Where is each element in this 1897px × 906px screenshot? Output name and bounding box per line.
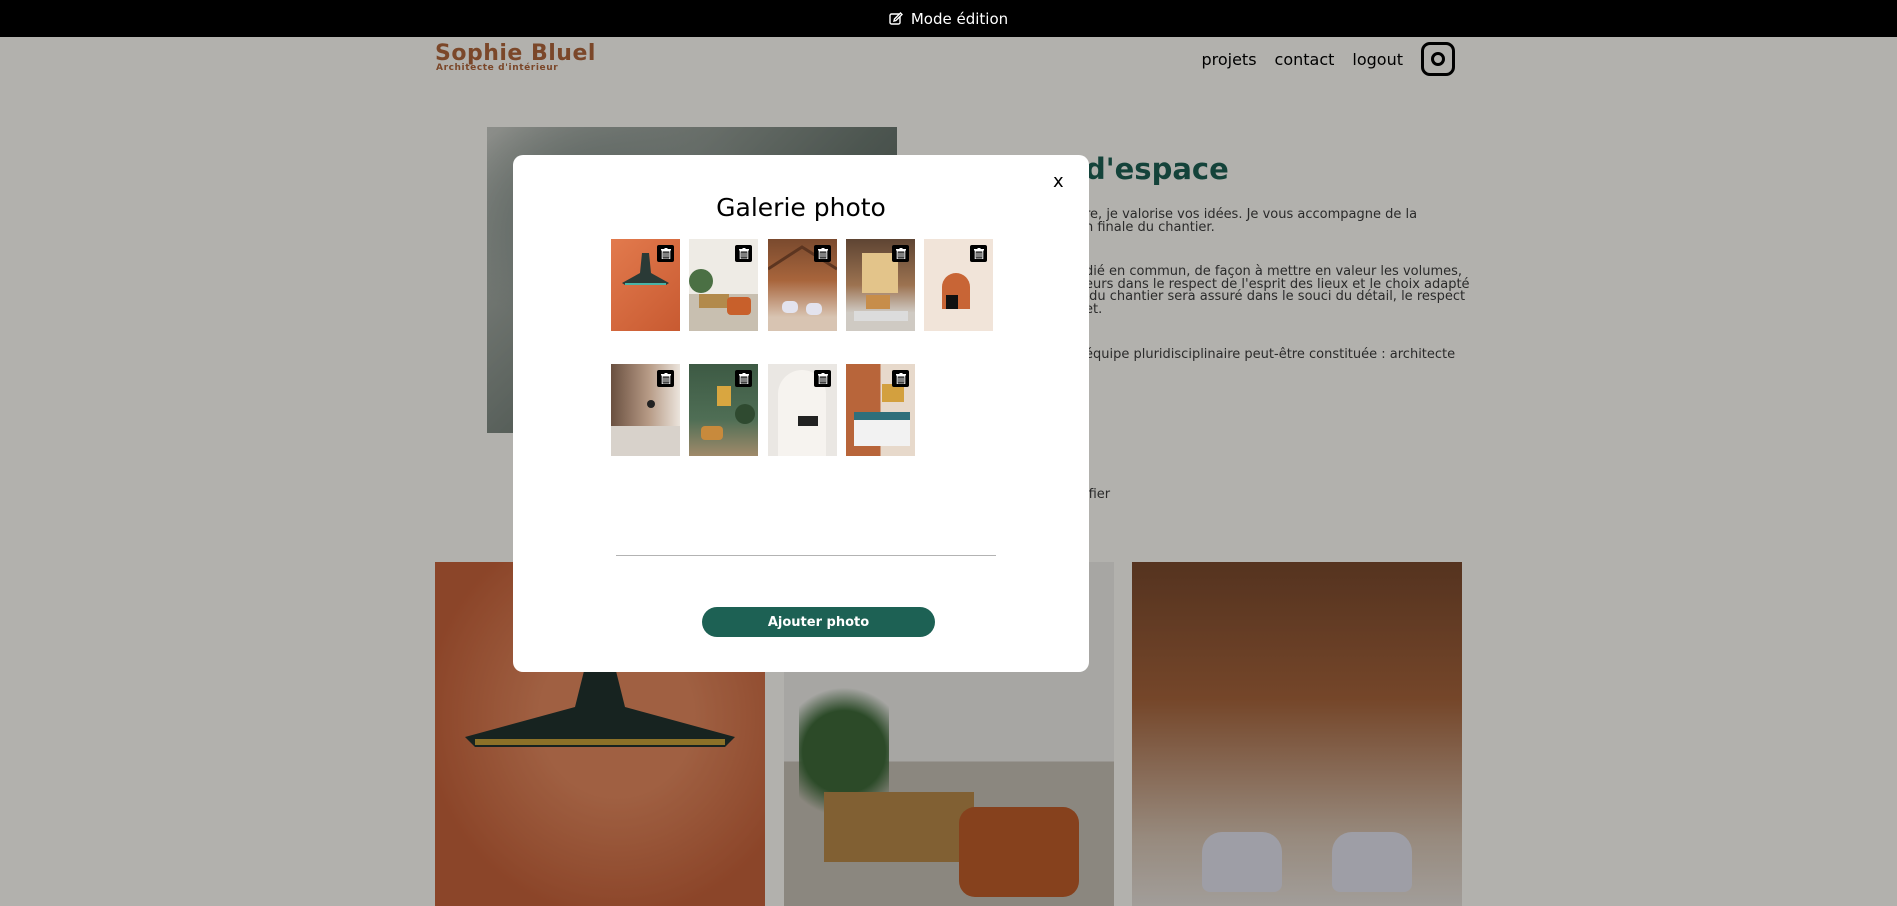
trash-icon[interactable] [735, 370, 752, 387]
gallery-thumbnail[interactable] [846, 239, 915, 331]
trash-icon[interactable] [657, 370, 674, 387]
trash-icon[interactable] [814, 245, 831, 262]
trash-icon[interactable] [735, 245, 752, 262]
gallery-thumbnail[interactable] [611, 239, 680, 331]
gallery-thumbnail[interactable] [611, 364, 680, 456]
trash-icon[interactable] [892, 245, 909, 262]
trash-icon[interactable] [657, 245, 674, 262]
trash-icon[interactable] [814, 370, 831, 387]
gallery-thumbnail[interactable] [689, 239, 758, 331]
modal-title: Galerie photo [716, 193, 886, 222]
gallery-thumbnail[interactable] [689, 364, 758, 456]
gallery-modal: x Galerie photo Ajouter photo [513, 155, 1089, 672]
pen-square-icon [889, 11, 903, 26]
gallery-thumbnail[interactable] [768, 364, 837, 456]
edit-mode-label[interactable]: Mode édition [911, 10, 1008, 28]
gallery-thumbnail[interactable] [846, 364, 915, 456]
edit-mode-bar: Mode édition [0, 0, 1897, 37]
gallery-thumbnail[interactable] [768, 239, 837, 331]
close-icon[interactable]: x [1053, 171, 1064, 192]
gallery-thumbnail[interactable] [924, 239, 993, 331]
add-photo-button[interactable]: Ajouter photo [702, 607, 935, 637]
trash-icon[interactable] [892, 370, 909, 387]
modal-divider [616, 555, 996, 556]
trash-icon[interactable] [970, 245, 987, 262]
